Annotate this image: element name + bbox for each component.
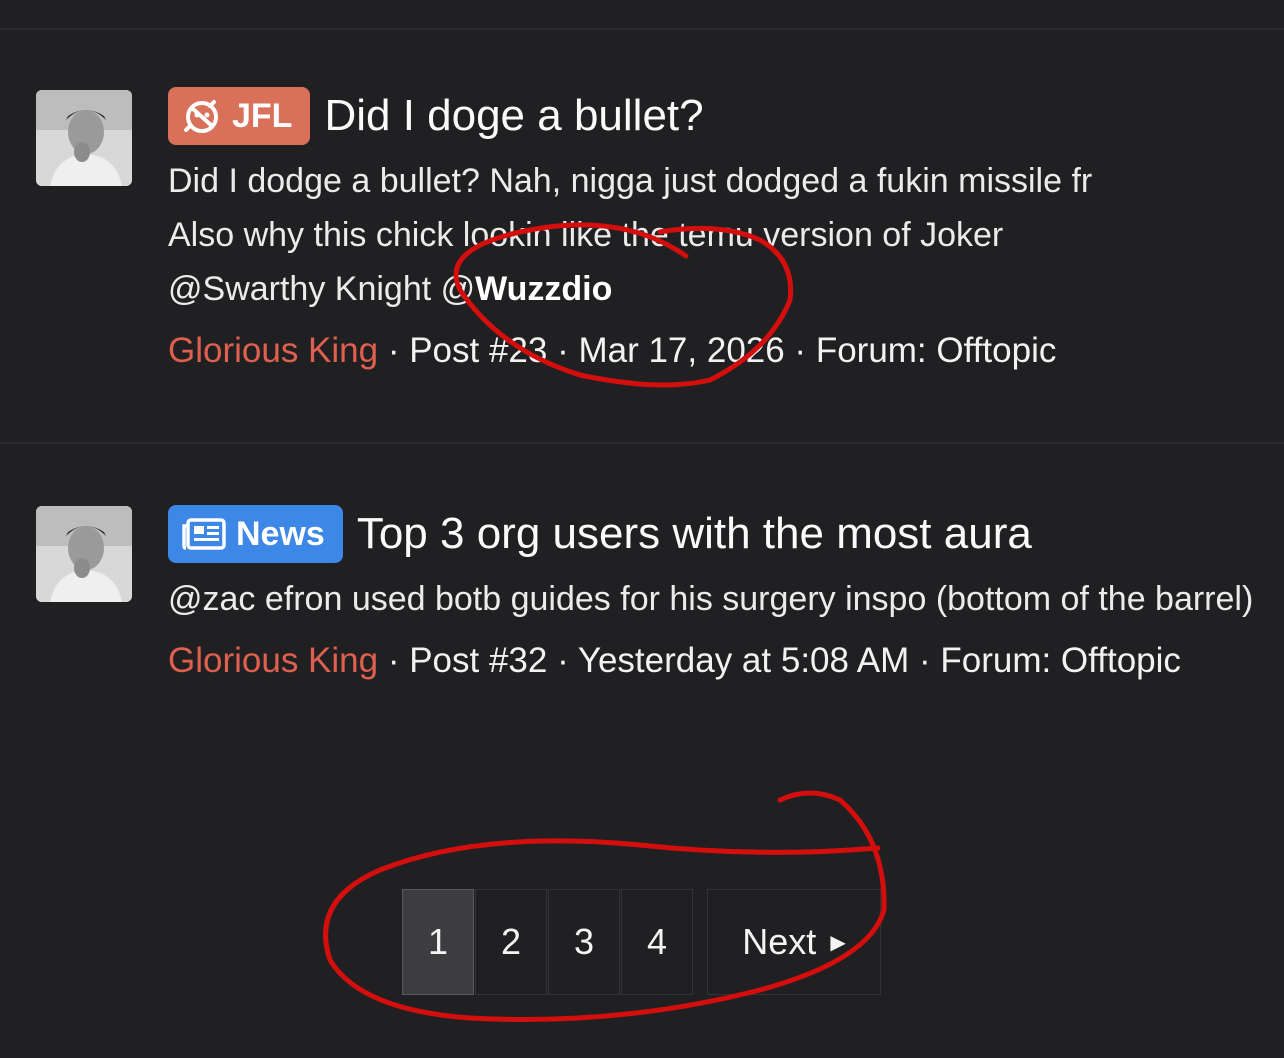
search-result: JFL Did I doge a bullet? Did I dodge a b… bbox=[168, 86, 1258, 378]
post-meta-text: · Post #32 · Yesterday at 5:08 AM · Foru… bbox=[378, 641, 1181, 680]
thread-prefix-badge[interactable]: News bbox=[168, 505, 343, 563]
page-button[interactable]: 4 bbox=[621, 889, 693, 995]
prefix-label: JFL bbox=[232, 96, 293, 135]
result-divider bbox=[0, 442, 1284, 444]
post-meta: Glorious King · Post #23 · Mar 17, 2026 … bbox=[168, 324, 1258, 378]
next-page-button[interactable]: Next ▶ bbox=[707, 889, 881, 995]
post-meta-text: · Post #23 · Mar 17, 2026 · Forum: Offto… bbox=[378, 331, 1057, 370]
username-link[interactable]: Glorious King bbox=[168, 641, 378, 680]
avatar[interactable] bbox=[36, 506, 132, 602]
newspaper-icon bbox=[182, 518, 226, 550]
mention-text: @Swarthy Knight @ bbox=[168, 270, 476, 308]
prefix-label: News bbox=[236, 514, 325, 553]
jfl-emoji-icon bbox=[184, 100, 218, 133]
post-snippet: Did I dodge a bullet? Nah, nigga just do… bbox=[168, 154, 1258, 316]
result-title-row: News Top 3 org users with the most aura bbox=[168, 504, 1258, 564]
caret-right-icon: ▶ bbox=[830, 931, 846, 954]
username-link[interactable]: Glorious King bbox=[168, 331, 378, 370]
result-title-row: JFL Did I doge a bullet? bbox=[168, 86, 1258, 146]
thread-title-link[interactable]: Did I doge a bullet? bbox=[324, 91, 703, 141]
thread-prefix-badge[interactable]: JFL bbox=[168, 87, 311, 145]
post-meta: Glorious King · Post #32 · Yesterday at … bbox=[168, 634, 1258, 688]
search-result: News Top 3 org users with the most aura … bbox=[168, 504, 1258, 688]
snippet-line: @Swarthy Knight @Wuzzdio bbox=[168, 262, 1258, 316]
next-label: Next bbox=[742, 921, 817, 962]
top-divider bbox=[0, 28, 1284, 30]
post-snippet: @zac efron used botb guides for his surg… bbox=[168, 580, 1254, 618]
avatar[interactable] bbox=[36, 90, 132, 186]
mention-highlight: Wuzzdio bbox=[475, 270, 613, 308]
page-button[interactable]: 2 bbox=[475, 889, 547, 995]
pagination: 1 2 3 4 Next ▶ bbox=[402, 889, 881, 995]
snippet-line: Also why this chick lookin like the temu… bbox=[168, 216, 1004, 254]
snippet-line: Did I dodge a bullet? Nah, nigga just do… bbox=[168, 162, 1093, 200]
page-button-current[interactable]: 1 bbox=[402, 889, 474, 995]
page-button[interactable]: 3 bbox=[548, 889, 620, 995]
thread-title-link[interactable]: Top 3 org users with the most aura bbox=[357, 509, 1032, 559]
